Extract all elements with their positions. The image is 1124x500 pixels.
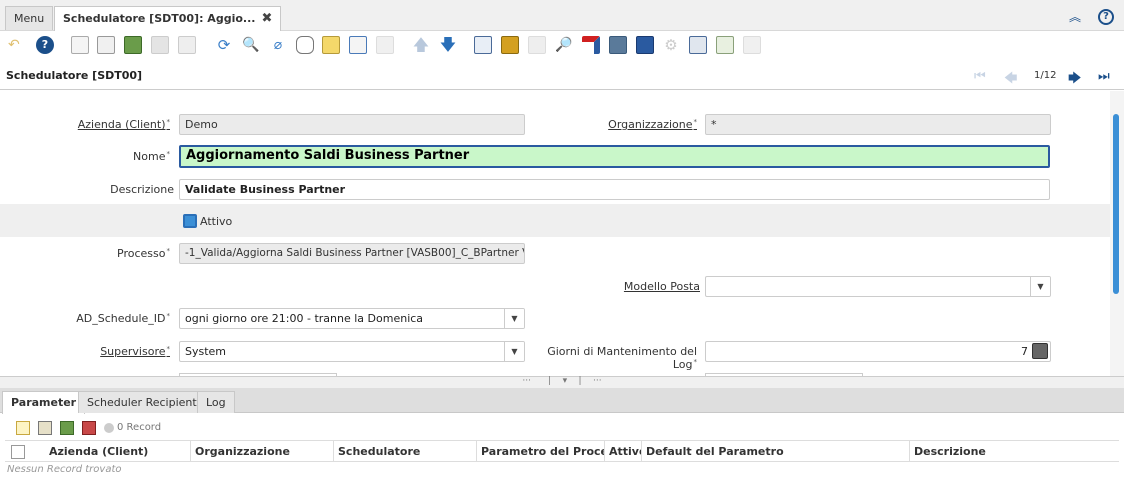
window-tab-bar: Menu Schedulatore [SDT00]: Aggio... ✖ ︽ ? [0, 0, 1124, 31]
last-record-icon[interactable]: ⏭ [1098, 69, 1110, 84]
tab-menu-label: Menu [14, 12, 45, 25]
supervisor-label: Supervisore* [100, 345, 170, 358]
export-icon[interactable] [689, 36, 707, 54]
help-icon[interactable]: ? [1098, 9, 1114, 25]
tab-schedulatore[interactable]: Schedulatore [SDT00]: Aggio... ✖ [54, 6, 282, 31]
description-label: Descrizione [110, 183, 174, 196]
description-input[interactable]: Validate Business Partner [179, 179, 1050, 200]
new-detail-icon[interactable] [16, 421, 30, 435]
process-label: Processo* [117, 247, 170, 260]
zoom-across-icon[interactable]: 🔎 [555, 36, 573, 54]
previous-record-icon: 🡄 [1004, 71, 1018, 86]
grid-column-header[interactable]: Organizzazione [191, 441, 334, 462]
record-counter: 1/12 [1034, 70, 1057, 81]
grid-toggle-icon[interactable] [349, 36, 367, 54]
panel-splitter[interactable]: ··· | ▾ | ··· [0, 376, 1124, 388]
chevron-down-icon[interactable]: ▼ [504, 309, 524, 328]
active-row [0, 204, 1110, 237]
import-icon[interactable] [716, 36, 734, 54]
active-checkbox[interactable] [183, 214, 197, 228]
schedule-select[interactable]: ogni giorno ore 21:00 - tranne la Domeni… [179, 308, 525, 329]
calculator-icon[interactable] [1032, 343, 1048, 359]
first-record-icon: ⏮ [974, 69, 986, 84]
grid-column-header[interactable]: Default del Parametro [642, 441, 910, 462]
record-count: 0 Record [117, 422, 162, 433]
settings-gear-icon: ⚙ [664, 36, 678, 54]
find-icon[interactable]: 🔍 [242, 36, 260, 54]
chevron-down-icon[interactable]: ▼ [504, 342, 524, 361]
close-tab-icon[interactable]: ✖ [261, 11, 272, 26]
tab-menu[interactable]: Menu [5, 6, 54, 30]
name-label: Nome* [133, 150, 170, 163]
client-label: Azienda (Client)* [77, 118, 170, 131]
process-field[interactable]: -1_Valida/Aggiorna Saldi Business Partne… [179, 243, 525, 264]
grid-column-header[interactable]: Descrizione [910, 441, 1119, 462]
edit-detail-icon[interactable] [38, 421, 52, 435]
detail-toolbar: 0 Record [5, 417, 1119, 439]
delete-detail-icon[interactable] [60, 421, 74, 435]
refresh-icon[interactable]: ⟳ [215, 36, 233, 54]
main-toolbar: ↶ ? ⟳ 🔍 ⌀ 🡅 🡇 🔎 ⚙ [0, 31, 1124, 59]
grid-column-header[interactable]: Schedulatore [334, 441, 477, 462]
log-days-input[interactable]: 7 [705, 341, 1051, 362]
save-detail-icon[interactable] [82, 421, 96, 435]
attachment-icon[interactable]: ⌀ [269, 36, 287, 54]
mail-template-label: Modello Posta [623, 280, 700, 293]
collapse-up-icon[interactable]: ︽ [1067, 9, 1083, 25]
breadcrumb-bar: Schedulatore [SDT00] ⏮ 🡄 1/12 🡆 ⏭ [0, 62, 1124, 90]
parent-record-icon: 🡅 [412, 35, 430, 54]
grid-column-header[interactable]: Azienda (Client) [45, 441, 191, 462]
breadcrumb: Schedulatore [SDT00] [6, 69, 143, 82]
record-status-icon [104, 423, 114, 433]
tab-log-label: Log [206, 396, 226, 409]
active-label: Attivo [200, 215, 233, 228]
supervisor-value: System [185, 345, 227, 358]
quick-form-icon [743, 36, 761, 54]
client-field[interactable]: Demo [179, 114, 525, 135]
detail-record-icon[interactable]: 🡇 [439, 36, 457, 54]
chat-icon[interactable] [296, 36, 314, 54]
schedule-label: AD_Schedule_ID* [76, 312, 170, 325]
empty-grid-message: Nessun Record trovato [7, 464, 122, 475]
organization-field[interactable]: * [705, 114, 1051, 135]
save-new-icon[interactable] [178, 36, 196, 54]
record-form: Azienda (Client)* Demo Organizzazione* *… [0, 91, 1110, 376]
schedule-value: ogni giorno ore 21:00 - tranne la Domeni… [185, 312, 424, 325]
undo-icon[interactable]: ↶ [8, 36, 26, 54]
print-icon[interactable] [636, 36, 654, 54]
mail-template-select[interactable]: ▼ [705, 276, 1051, 297]
tab-schedulatore-label: Schedulatore [SDT00]: Aggio... [63, 12, 256, 25]
chevron-down-icon[interactable]: ▼ [1030, 277, 1050, 296]
archive-icon[interactable] [501, 36, 519, 54]
supervisor-select[interactable]: System ▼ [179, 341, 525, 362]
select-all-checkbox[interactable] [11, 445, 25, 459]
name-input[interactable]: Aggiornamento Saldi Business Partner [179, 145, 1050, 168]
save-icon[interactable] [151, 36, 169, 54]
tab-parameter[interactable]: Parameter [2, 391, 86, 414]
postit-icon[interactable] [322, 36, 340, 54]
grid-column-header[interactable]: Attivo [605, 441, 642, 462]
workflow-icon[interactable] [582, 36, 600, 54]
tab-parameter-label: Parameter [11, 396, 77, 409]
multi-view-icon [376, 36, 394, 54]
new-record-icon[interactable] [71, 36, 89, 54]
copy-record-icon[interactable] [97, 36, 115, 54]
help-toolbar-icon[interactable]: ? [36, 36, 54, 54]
history-icon[interactable] [474, 36, 492, 54]
form-scroll-thumb[interactable] [1113, 114, 1119, 294]
detail-grid-header: Azienda (Client) Organizzazione Schedula… [5, 440, 1119, 462]
detail-tab-bar: Parameter Scheduler Recipient Log [0, 388, 1124, 414]
grid-column-header[interactable]: Parametro del Processo [477, 441, 605, 462]
process-icon[interactable] [609, 36, 627, 54]
organization-label: Organizzazione* [608, 118, 697, 131]
tab-scheduler-recipient-label: Scheduler Recipient [87, 396, 197, 409]
delete-icon[interactable] [124, 36, 142, 54]
report-icon [528, 36, 546, 54]
tab-log[interactable]: Log [197, 391, 235, 413]
tab-scheduler-recipient[interactable]: Scheduler Recipient [78, 391, 206, 413]
next-record-icon[interactable]: 🡆 [1068, 69, 1081, 91]
log-days-label: Giorni di Mantenimento del Log* [547, 345, 697, 371]
